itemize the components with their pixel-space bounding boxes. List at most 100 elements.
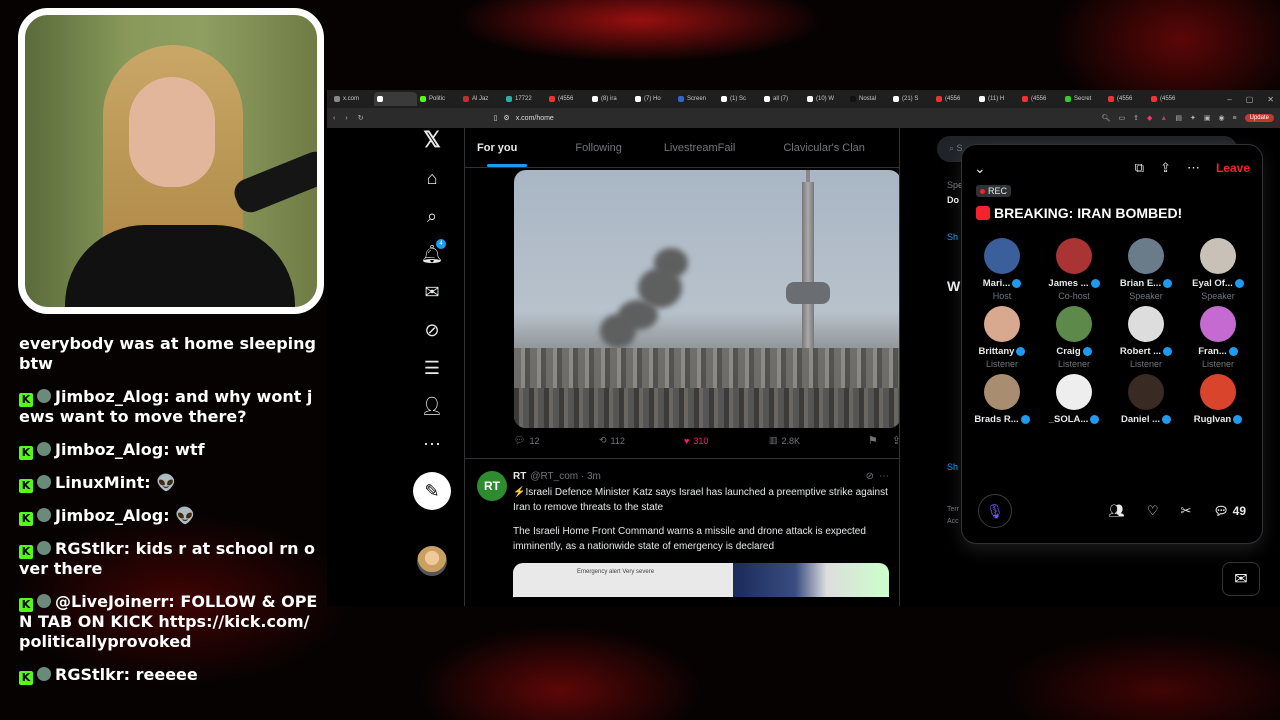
- wallet-icon[interactable]: ▣: [1204, 114, 1211, 122]
- rewards-icon[interactable]: ▲: [1160, 115, 1167, 122]
- browser-tab[interactable]: Screen: [675, 92, 718, 106]
- vpn-icon[interactable]: ◉: [1218, 114, 1224, 122]
- collapse-icon[interactable]: ⌄: [974, 160, 986, 177]
- url-field[interactable]: ▯ ⚙ x.com/home: [494, 114, 554, 123]
- home-icon[interactable]: ⌂: [420, 166, 444, 190]
- more-options-icon[interactable]: ⋯: [879, 469, 889, 484]
- forward-icon[interactable]: ›: [345, 115, 347, 122]
- profile-icon[interactable]: 👤︎: [420, 394, 444, 418]
- tab-livestreamfail[interactable]: LivestreamFail: [634, 142, 748, 154]
- cast-icon[interactable]: ▭: [1118, 114, 1125, 122]
- compose-post-button[interactable]: ✎: [413, 472, 451, 510]
- browser-tab[interactable]: all (7): [761, 92, 804, 106]
- messages-icon[interactable]: ✉: [420, 280, 444, 304]
- browser-tab[interactable]: Politic: [417, 92, 460, 106]
- space-participant[interactable]: Eyal Of... Speaker: [1182, 238, 1254, 301]
- browser-tab[interactable]: Al Jaz: [460, 92, 503, 106]
- browser-tab[interactable]: x.com: [331, 92, 374, 106]
- footer-link[interactable]: Acc: [947, 518, 959, 525]
- tab-following[interactable]: Following: [529, 142, 633, 154]
- space-participant[interactable]: Brads R...: [966, 374, 1038, 427]
- clip-button-icon[interactable]: ✂: [1181, 503, 1192, 519]
- x-logo-icon[interactable]: 𝕏: [420, 127, 444, 152]
- avatar[interactable]: [1128, 306, 1164, 342]
- tweet-handle-time[interactable]: @RT_com · 3m: [530, 469, 601, 484]
- bookmark-button[interactable]: ⚑: [868, 434, 878, 447]
- avatar[interactable]: [1056, 238, 1092, 274]
- avatar[interactable]: [984, 306, 1020, 342]
- space-participant[interactable]: Robert ... Listener: [1110, 306, 1182, 369]
- browser-tab[interactable]: (4556: [1019, 92, 1062, 106]
- leave-button[interactable]: Leave: [1216, 161, 1250, 175]
- minimize-icon[interactable]: –: [1227, 95, 1231, 104]
- browser-tab[interactable]: (7) Ho: [632, 92, 675, 106]
- space-participant[interactable]: _SOLA...: [1038, 374, 1110, 427]
- extensions-icon[interactable]: ✦: [1190, 114, 1196, 122]
- notifications-icon[interactable]: 🔔︎ 4: [420, 239, 446, 266]
- browser-tab[interactable]: (21) S: [890, 92, 933, 106]
- grok-icon[interactable]: ⊘: [420, 318, 444, 342]
- share-icon[interactable]: ⇪: [1133, 114, 1139, 122]
- space-participant[interactable]: RugIvan: [1182, 374, 1254, 427]
- avatar[interactable]: [1200, 374, 1236, 410]
- space-participant[interactable]: Fran... Listener: [1182, 306, 1254, 369]
- back-icon[interactable]: ‹: [333, 115, 335, 122]
- search-icon[interactable]: ⌕: [420, 204, 444, 228]
- like-button[interactable]: ♥ 310: [684, 436, 769, 446]
- zoom-icon[interactable]: 🔍︎: [1102, 114, 1111, 122]
- grok-icon[interactable]: ⊘: [866, 469, 875, 484]
- browser-tab[interactable]: Nostal: [847, 92, 890, 106]
- browser-tab[interactable]: 17722: [503, 92, 546, 106]
- avatar[interactable]: [1128, 374, 1164, 410]
- space-participant[interactable]: Craig Listener: [1038, 306, 1110, 369]
- sidebar-link[interactable]: Sh: [947, 232, 958, 242]
- avatar[interactable]: [1200, 238, 1236, 274]
- share-icon[interactable]: ⇪: [1160, 160, 1171, 176]
- clip-icon[interactable]: ⧉: [1135, 160, 1144, 176]
- repost-button[interactable]: ⟲ 112: [599, 435, 684, 446]
- browser-tab[interactable]: (4556: [1148, 92, 1191, 106]
- browser-tab[interactable]: (4556: [546, 92, 589, 106]
- browser-tab[interactable]: (1) Sc: [718, 92, 761, 106]
- people-icon[interactable]: 👥︎: [1108, 503, 1125, 519]
- tweet[interactable]: RT RT @RT_com · 3m ⊘ ⋯ ⚡Israeli Defence …: [465, 458, 899, 597]
- browser-tab[interactable]: (4556: [1105, 92, 1148, 106]
- lists-icon[interactable]: ☰: [420, 356, 444, 380]
- space-participant[interactable]: Brian E... Speaker: [1110, 238, 1182, 301]
- views-button[interactable]: ▥ 2.8K: [769, 435, 854, 446]
- avatar[interactable]: [1056, 374, 1092, 410]
- tweet-media[interactable]: Emergency alert Very severe: [513, 563, 889, 597]
- tab-for-you[interactable]: For you: [465, 142, 529, 154]
- microphone-request-button[interactable]: 🎙︎: [978, 494, 1012, 528]
- bookmark-icon[interactable]: ▯: [494, 114, 498, 122]
- browser-tab[interactable]: Secret: [1062, 92, 1105, 106]
- maximize-icon[interactable]: ▢: [1246, 95, 1254, 104]
- avatar[interactable]: [984, 238, 1020, 274]
- more-icon[interactable]: ⋯: [420, 432, 444, 456]
- browser-tab[interactable]: (4556: [933, 92, 976, 106]
- post-media-image[interactable]: [514, 170, 899, 428]
- sidebar-link[interactable]: Sh: [947, 462, 958, 472]
- site-info-icon[interactable]: ⚙: [503, 114, 509, 122]
- avatar[interactable]: [417, 546, 447, 576]
- reload-icon[interactable]: ↻: [358, 114, 364, 122]
- footer-link[interactable]: Terr: [947, 506, 959, 513]
- reactions-icon[interactable]: ♡: [1147, 503, 1159, 519]
- tweet-author-name[interactable]: RT: [513, 469, 526, 484]
- avatar[interactable]: [1128, 238, 1164, 274]
- avatar[interactable]: [984, 374, 1020, 410]
- browser-tab[interactable]: (11) H: [976, 92, 1019, 106]
- tab-clavicular-clan[interactable]: Clavicular's Clan: [747, 142, 877, 154]
- comments-button[interactable]: 💬︎ 49: [1213, 504, 1246, 518]
- space-participant[interactable]: Brittany Listener: [966, 306, 1038, 369]
- browser-tab[interactable]: (8) ira: [589, 92, 632, 106]
- brave-shield-icon[interactable]: ◆: [1147, 114, 1152, 122]
- space-participant[interactable]: James ... Co-host: [1038, 238, 1110, 301]
- reply-button[interactable]: 💬︎ 12: [514, 435, 599, 446]
- avatar[interactable]: [1056, 306, 1092, 342]
- browser-tab[interactable]: [374, 92, 417, 106]
- space-participant[interactable]: Daniel ...: [1110, 374, 1182, 427]
- space-participant[interactable]: Mari... Host: [966, 238, 1038, 301]
- more-options-icon[interactable]: ⋯: [1187, 160, 1200, 176]
- avatar[interactable]: RT: [477, 471, 507, 501]
